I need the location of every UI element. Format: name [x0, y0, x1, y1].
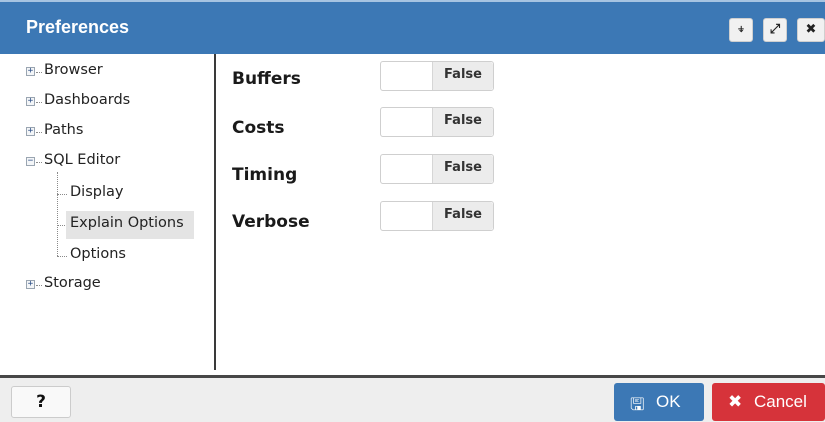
expand-icon[interactable]: + [26, 127, 35, 136]
expand-icon[interactable]: + [26, 67, 35, 76]
tree-connector [57, 172, 58, 256]
costs-toggle-value: False [432, 108, 493, 136]
pin-icon: ⍖ [737, 22, 745, 37]
tree-item-storage[interactable]: Storage [44, 275, 101, 291]
x-icon: ✖ [728, 392, 743, 411]
close-button[interactable]: ✖ [797, 18, 825, 42]
tree-item-options[interactable]: Options [70, 246, 126, 262]
costs-label: Costs [232, 118, 285, 138]
tree-item-paths[interactable]: Paths [44, 122, 83, 138]
tree-item-dashboards[interactable]: Dashboards [44, 92, 130, 108]
cancel-button[interactable]: ✖ Cancel [712, 383, 825, 421]
cancel-button-label: Cancel [754, 392, 807, 411]
dialog-footer: ? 🖫 OK ✖ Cancel [0, 375, 825, 422]
expand-icon[interactable]: + [26, 280, 35, 289]
maximize-button[interactable]: ⤢ [763, 18, 787, 42]
tree-connector [36, 162, 42, 163]
dialog-title: Preferences [26, 17, 130, 37]
pin-button[interactable]: ⍖ [729, 18, 753, 42]
maximize-icon: ⤢ [769, 22, 781, 37]
tree-item-display[interactable]: Display [70, 184, 123, 200]
panel-divider[interactable] [214, 54, 216, 370]
tree-item-explain-options[interactable]: Explain Options [70, 215, 184, 231]
tree-item-browser[interactable]: Browser [44, 62, 103, 78]
tree-connector [36, 132, 42, 133]
timing-toggle[interactable]: False [380, 154, 494, 184]
costs-toggle[interactable]: False [380, 107, 494, 137]
collapse-icon[interactable]: − [26, 157, 35, 166]
verbose-label: Verbose [232, 212, 310, 232]
tree-connector [36, 102, 42, 103]
tree-connector [57, 194, 67, 195]
ok-button-label: OK [656, 392, 681, 411]
ok-button[interactable]: 🖫 OK [614, 383, 704, 421]
timing-label: Timing [232, 165, 298, 185]
tree-connector [36, 285, 42, 286]
buffers-toggle-value: False [432, 62, 493, 90]
timing-toggle-value: False [432, 155, 493, 183]
tree-connector [36, 72, 42, 73]
close-icon: ✖ [805, 22, 817, 37]
buffers-toggle[interactable]: False [380, 61, 494, 91]
save-icon: 🖫 [630, 395, 645, 414]
verbose-toggle-value: False [432, 202, 493, 230]
tree-connector [57, 256, 67, 257]
expand-icon[interactable]: + [26, 97, 35, 106]
dialog-titlebar: Preferences ⍖ ⤢ ✖ [0, 0, 825, 54]
verbose-toggle[interactable]: False [380, 201, 494, 231]
help-button[interactable]: ? [11, 386, 71, 418]
tree-item-sql-editor[interactable]: SQL Editor [44, 152, 120, 168]
buffers-label: Buffers [232, 69, 301, 89]
